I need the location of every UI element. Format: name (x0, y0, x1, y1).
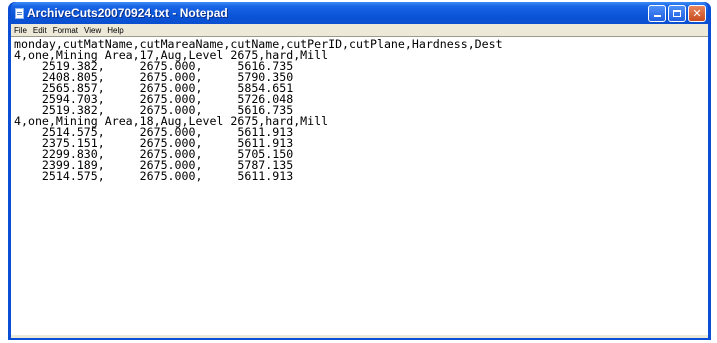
window-title: ArchiveCuts20070924.txt - Notepad (27, 6, 228, 20)
text-content[interactable]: monday,cutMatName,cutMareaName,cutName,c… (11, 37, 708, 182)
maximize-icon (673, 9, 681, 17)
text-editor[interactable]: monday,cutMatName,cutMareaName,cutName,c… (11, 36, 708, 338)
close-icon: ✕ (692, 6, 702, 20)
maximize-button[interactable] (668, 4, 686, 22)
notepad-icon[interactable] (15, 7, 24, 19)
title-bar[interactable]: ArchiveCuts20070924.txt - Notepad ✕ (11, 2, 708, 24)
minimize-icon (653, 15, 661, 17)
menu-view[interactable]: View (84, 26, 101, 35)
text-line: 2514.575, 2675.000, 5611.913 (14, 169, 294, 182)
close-button[interactable]: ✕ (688, 4, 706, 22)
menu-help[interactable]: Help (107, 26, 123, 35)
menu-format[interactable]: Format (53, 26, 78, 35)
menu-bar: File Edit Format View Help (11, 24, 708, 36)
notepad-window: ArchiveCuts20070924.txt - Notepad ✕ File… (8, 2, 711, 340)
minimize-button[interactable] (648, 4, 666, 22)
bottom-scroll-area[interactable] (11, 335, 708, 338)
menu-edit[interactable]: Edit (33, 26, 47, 35)
menu-file[interactable]: File (14, 26, 27, 35)
